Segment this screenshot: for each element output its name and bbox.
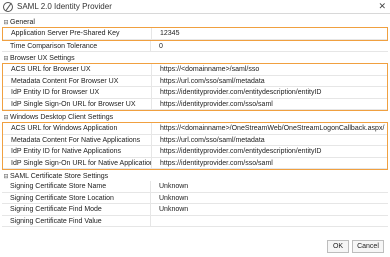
property-row[interactable]: Metadata Content For Native Applications… [3,134,387,146]
property-row[interactable]: Signing Certificate Store Location Unkno… [2,192,388,204]
property-value[interactable]: Unknown [151,193,388,204]
title-bar: SAML 2.0 Identity Provider ✕ [0,0,390,14]
property-value[interactable] [151,216,388,227]
property-name: Time Comparison Tolerance [2,40,151,51]
highlight-group-general: Application Server Pre-Shared Key 12345 [2,27,388,41]
property-value[interactable]: Unknown [151,181,388,192]
property-row[interactable]: Signing Certificate Find Mode Unknown [2,204,388,216]
app-logo-icon [3,1,13,12]
section-header-browser-ux[interactable]: ⊟ Browser UX Settings [2,53,388,63]
property-row[interactable]: ACS URL for Browser UX https://<domainna… [3,64,387,76]
property-row[interactable]: Application Server Pre-Shared Key 12345 [3,28,387,40]
section-title: Browser UX Settings [10,54,75,62]
property-value[interactable]: 0 [151,41,388,52]
property-row[interactable]: Signing Certificate Find Value [2,215,388,227]
property-value[interactable]: https://identityprovider.com/entitydescr… [152,146,387,157]
property-row[interactable]: IdP Single Sign-On URL for Native Applic… [3,157,387,169]
section-title: SAML Certificate Store Settings [10,172,109,180]
section-header-certificate-store[interactable]: ⊟ SAML Certificate Store Settings [2,171,388,181]
property-value[interactable]: https://<domainname>/saml/sso [152,64,387,75]
property-row[interactable]: Signing Certificate Store Name Unknown [2,181,388,193]
property-value[interactable]: https://identityprovider.com/entitydescr… [152,87,387,98]
property-name: IdP Entity ID for Browser UX [3,87,152,98]
property-value[interactable]: 12345 [152,28,387,39]
property-name: IdP Entity ID for Native Applications [3,146,152,157]
section-header-general[interactable]: ⊟ General [2,17,388,27]
ok-button[interactable]: OK [327,240,349,253]
property-value[interactable]: https://identityprovider.com/sso/saml [152,99,387,110]
property-name: Signing Certificate Store Name [2,181,151,192]
highlight-group-windows-desktop: ACS URL for Windows Application https://… [2,122,388,170]
collapse-icon[interactable]: ⊟ [2,55,10,62]
property-name: Metadata Content For Browser UX [3,75,152,86]
property-row[interactable]: IdP Entity ID for Browser UX https://ide… [3,87,387,99]
property-grid: ⊟ General Application Server Pre-Shared … [2,16,388,227]
property-value[interactable]: https://url.com/sso/saml/metadata [152,76,387,87]
property-name: Signing Certificate Store Location [2,192,151,203]
property-row[interactable]: Metadata Content For Browser UX https://… [3,75,387,87]
property-name: IdP Single Sign-On URL for Browser UX [3,98,152,109]
property-name: Metadata Content For Native Applications [3,134,152,145]
section-header-windows-desktop[interactable]: ⊟ Windows Desktop Client Settings [2,112,388,122]
collapse-icon[interactable]: ⊟ [2,114,10,121]
property-row[interactable]: Time Comparison Tolerance 0 [2,40,388,52]
property-value[interactable]: Unknown [151,204,388,215]
section-title: Windows Desktop Client Settings [10,113,114,121]
property-name: Signing Certificate Find Mode [2,204,151,215]
property-value[interactable]: https://url.com/sso/saml/metadata [152,135,387,146]
property-name: ACS URL for Windows Application [3,123,152,134]
section-title: General [10,18,35,26]
property-name: IdP Single Sign-On URL for Native Applic… [3,157,152,168]
collapse-icon[interactable]: ⊟ [2,173,10,180]
property-row[interactable]: ACS URL for Windows Application https://… [3,123,387,135]
property-value[interactable]: https://identityprovider.com/sso/saml [152,158,387,169]
property-row[interactable]: IdP Single Sign-On URL for Browser UX ht… [3,98,387,110]
highlight-group-browser-ux: ACS URL for Browser UX https://<domainna… [2,63,388,111]
dialog-footer: OK Cancel [0,236,390,257]
property-name: ACS URL for Browser UX [3,64,152,75]
window-title: SAML 2.0 Identity Provider [17,2,112,11]
property-value[interactable]: https://<domainname>/OneStreamWeb/OneStr… [152,123,387,134]
property-name: Signing Certificate Find Value [2,215,151,226]
cancel-button[interactable]: Cancel [352,240,384,253]
property-row[interactable]: IdP Entity ID for Native Applications ht… [3,146,387,158]
property-name: Application Server Pre-Shared Key [3,28,152,39]
close-icon[interactable]: ✕ [378,1,386,12]
collapse-icon[interactable]: ⊟ [2,19,10,26]
